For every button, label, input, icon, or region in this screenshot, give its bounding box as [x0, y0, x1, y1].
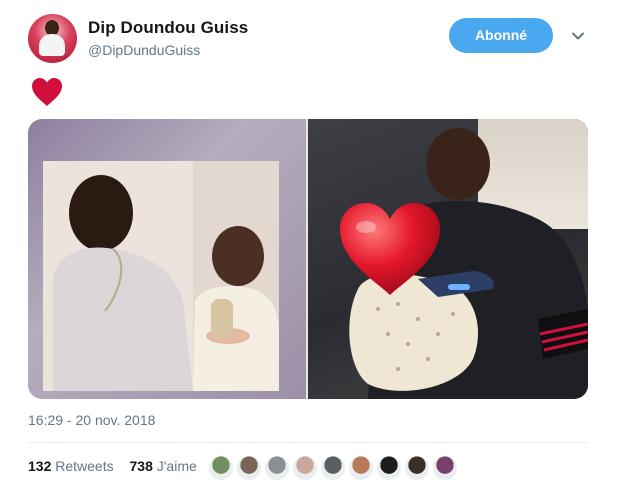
tweet-header: Dip Doundou Guiss @DipDunduGuiss Abonné — [28, 14, 596, 64]
retweets-label: Retweets — [55, 458, 114, 474]
liker-avatar[interactable] — [432, 455, 458, 481]
liker-avatar[interactable] — [208, 455, 234, 481]
tweet-timestamp[interactable]: 16:29 - 20 nov. 2018 — [28, 412, 155, 428]
avatar[interactable] — [28, 14, 77, 63]
liker-avatar[interactable] — [404, 455, 430, 481]
liker-avatar[interactable] — [264, 455, 290, 481]
likes-count: 738 — [129, 458, 153, 474]
liker-avatar[interactable] — [236, 455, 262, 481]
likes-label: J'aime — [156, 458, 197, 474]
follow-button[interactable]: Abonné — [449, 18, 553, 53]
liker-avatar[interactable] — [320, 455, 346, 481]
heart-emoji — [32, 78, 62, 106]
liker-avatar[interactable] — [292, 455, 318, 481]
photo-left[interactable] — [28, 119, 306, 399]
liker-avatar[interactable] — [376, 455, 402, 481]
tweet-media[interactable] — [28, 119, 588, 399]
heart-sticker-icon — [340, 203, 440, 295]
retweets-stat[interactable]: 132 Retweets — [28, 458, 114, 474]
likers-avatar-list — [208, 455, 460, 481]
divider — [28, 442, 588, 443]
tweet-stats: 132 Retweets 738 J'aime — [28, 458, 209, 474]
user-handle[interactable]: @DipDunduGuiss — [88, 42, 200, 58]
display-name[interactable]: Dip Doundou Guiss — [88, 18, 248, 38]
avatar-figure-body — [39, 34, 65, 56]
vintage-photo-content — [43, 161, 279, 391]
liker-avatar[interactable] — [348, 455, 374, 481]
chevron-down-icon[interactable] — [570, 28, 586, 44]
vintage-photo-frame — [43, 161, 279, 391]
retweets-count: 132 — [28, 458, 52, 474]
likes-stat[interactable]: 738 J'aime — [130, 458, 197, 474]
